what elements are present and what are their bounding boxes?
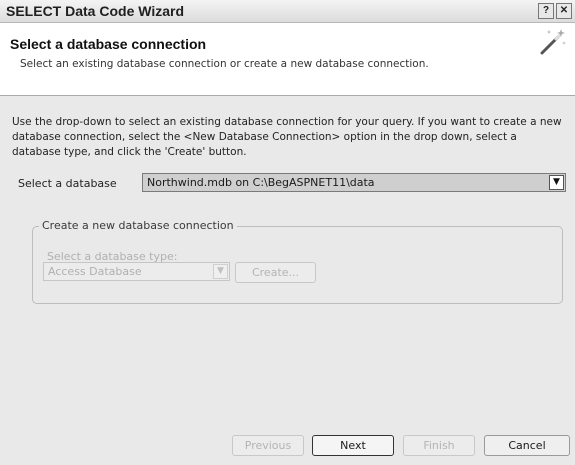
create-button[interactable]: Create... (235, 262, 316, 283)
wizard-header: Select a database connection Select an e… (0, 23, 575, 96)
cancel-button[interactable]: Cancel (484, 435, 570, 456)
wizard-wand-icon (540, 29, 566, 55)
close-button[interactable]: ✕ (556, 3, 572, 19)
database-dropdown-value: Northwind.mdb on C:\BegASPNET11\data (147, 176, 375, 189)
page-title: Select a database connection (10, 36, 207, 52)
title-bar: SELECT Data Code Wizard ? ✕ (0, 0, 575, 23)
select-database-label: Select a database (18, 177, 117, 190)
previous-button[interactable]: Previous (232, 435, 304, 456)
instructions-text: Use the drop-down to select an existing … (12, 116, 562, 158)
database-type-dropdown[interactable]: Access Database ▼ (43, 262, 230, 281)
dropdown-arrow-icon[interactable]: ▼ (213, 264, 228, 279)
finish-button[interactable]: Finish (403, 435, 475, 456)
window-title: SELECT Data Code Wizard (6, 3, 185, 19)
database-type-value: Access Database (48, 265, 142, 278)
new-connection-legend: Create a new database connection (39, 219, 237, 232)
dropdown-arrow-icon[interactable]: ▼ (549, 175, 564, 190)
help-button[interactable]: ? (538, 3, 554, 19)
database-dropdown[interactable]: Northwind.mdb on C:\BegASPNET11\data ▼ (142, 173, 566, 192)
next-button[interactable]: Next (312, 435, 394, 456)
page-subtitle: Select an existing database connection o… (20, 58, 429, 70)
